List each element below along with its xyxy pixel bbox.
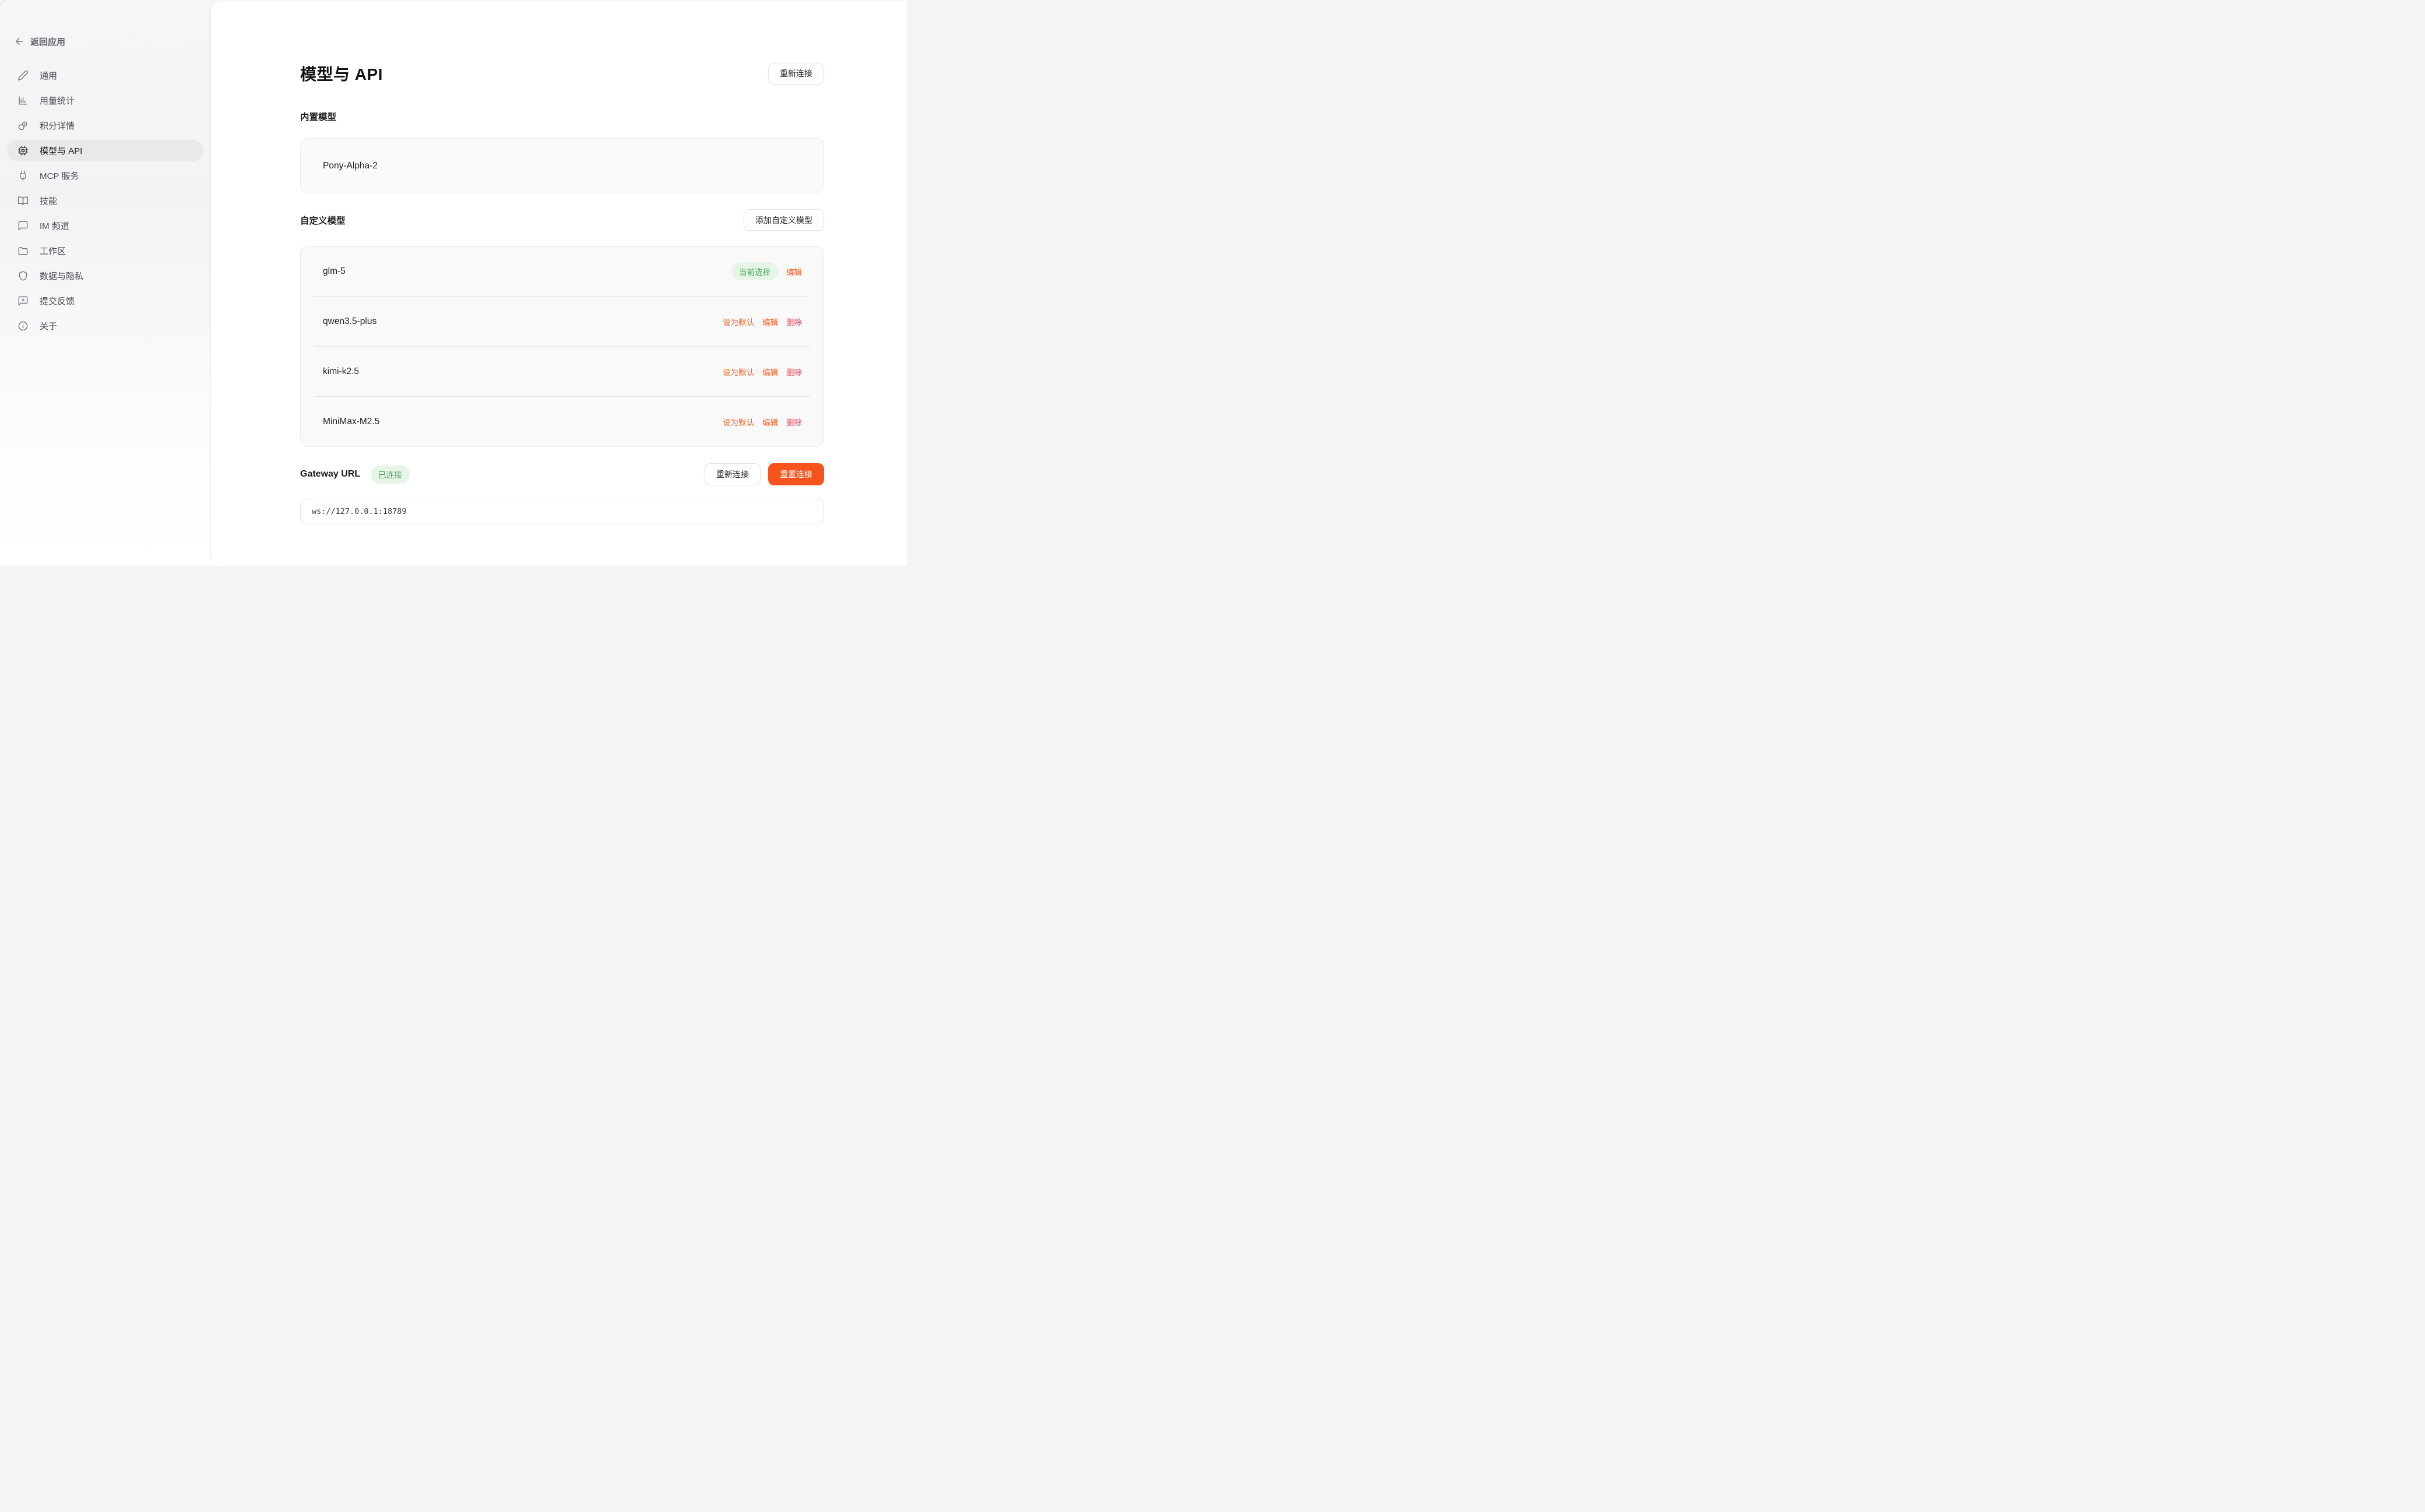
model-row: glm-5 当前选择 编辑 <box>301 246 823 296</box>
current-selection-badge: 当前选择 <box>731 262 778 280</box>
info-icon <box>17 320 29 332</box>
gateway-url-input[interactable] <box>300 499 824 524</box>
custom-model-name: glm-5 <box>323 266 346 277</box>
set-default-link[interactable]: 设为默认 <box>723 366 754 378</box>
sidebar-item-label: 数据与隐私 <box>40 270 83 282</box>
builtin-model-name: Pony-Alpha-2 <box>323 161 378 171</box>
sidebar-item-mcp[interactable]: MCP 服务 <box>7 165 203 186</box>
back-to-app-label: 返回应用 <box>30 36 65 48</box>
model-row: qwen3.5-plus 设为默认 编辑 删除 <box>301 297 823 346</box>
plug-icon <box>17 170 29 182</box>
add-custom-model-button[interactable]: 添加自定义模型 <box>744 209 824 231</box>
sidebar-item-skills[interactable]: 技能 <box>7 190 203 212</box>
shield-icon <box>17 270 29 282</box>
sidebar-item-about[interactable]: 关于 <box>7 315 203 337</box>
sidebar-item-models-api[interactable]: 模型与 API <box>7 140 203 161</box>
open-book-icon <box>17 195 29 207</box>
custom-model-list: glm-5 当前选择 编辑 qwen3.5-plus 设为默认 编辑 删除 <box>300 246 824 447</box>
sidebar-item-usage-stats[interactable]: 用量统计 <box>7 90 203 111</box>
sidebar-nav: 通用 用量统计 积分详情 模型与 API <box>7 65 203 337</box>
delete-link[interactable]: 删除 <box>786 316 802 327</box>
custom-model-name: MiniMax-M2.5 <box>323 417 379 427</box>
chat-bubble-icon <box>17 220 29 232</box>
delete-link[interactable]: 删除 <box>786 416 802 428</box>
sidebar: 返回应用 通用 用量统计 积分详情 <box>0 0 210 566</box>
cpu-chip-icon <box>17 145 29 157</box>
folder-icon <box>17 245 29 257</box>
custom-model-name: kimi-k2.5 <box>323 366 359 377</box>
page-title: 模型与 API <box>300 62 383 85</box>
reconnect-button-top[interactable]: 重新连接 <box>768 63 824 84</box>
edit-link[interactable]: 编辑 <box>762 316 778 327</box>
sidebar-item-general[interactable]: 通用 <box>7 65 203 86</box>
custom-model-name: qwen3.5-plus <box>323 316 376 327</box>
connected-status-badge: 已连接 <box>371 466 410 484</box>
sidebar-item-label: IM 频道 <box>40 220 69 232</box>
sidebar-item-label: 积分详情 <box>40 119 75 132</box>
sidebar-item-data-privacy[interactable]: 数据与隐私 <box>7 265 203 287</box>
main-panel: 模型与 API 重新连接 内置模型 Pony-Alpha-2 自定义模型 添加自… <box>210 1 907 564</box>
sidebar-item-credits[interactable]: 积分详情 <box>7 115 203 136</box>
edit-link[interactable]: 编辑 <box>762 366 778 378</box>
sidebar-item-label: 模型与 API <box>40 144 82 157</box>
custom-models-heading: 自定义模型 <box>300 214 346 227</box>
edit-link[interactable]: 编辑 <box>786 266 802 277</box>
sidebar-item-workspace[interactable]: 工作区 <box>7 240 203 262</box>
reconnect-button-gateway[interactable]: 重新连接 <box>705 463 761 485</box>
pencil-icon <box>17 70 29 82</box>
sidebar-item-feedback[interactable]: 提交反馈 <box>7 290 203 312</box>
reset-connection-button[interactable]: 重置连接 <box>768 463 824 485</box>
model-row: MiniMax-M2.5 设为默认 编辑 删除 <box>301 397 823 446</box>
sidebar-item-im-channels[interactable]: IM 频道 <box>7 215 203 237</box>
sidebar-item-label: 关于 <box>40 320 57 332</box>
set-default-link[interactable]: 设为默认 <box>723 416 754 428</box>
sidebar-item-label: 通用 <box>40 69 57 82</box>
back-to-app-button[interactable]: 返回应用 <box>7 35 203 48</box>
feedback-plus-icon <box>17 295 29 307</box>
edit-link[interactable]: 编辑 <box>762 416 778 428</box>
coins-icon <box>17 120 29 132</box>
gateway-url-label: Gateway URL <box>300 469 360 480</box>
bar-chart-icon <box>17 95 29 107</box>
builtin-model-card: Pony-Alpha-2 <box>300 138 824 193</box>
set-default-link[interactable]: 设为默认 <box>723 316 754 327</box>
settings-window: 返回应用 通用 用量统计 积分详情 <box>0 0 907 566</box>
delete-link[interactable]: 删除 <box>786 366 802 378</box>
builtin-models-heading: 内置模型 <box>300 110 824 123</box>
sidebar-item-label: 提交反馈 <box>40 295 75 307</box>
arrow-left-icon <box>14 36 24 47</box>
sidebar-item-label: 技能 <box>40 195 57 207</box>
sidebar-item-label: 用量统计 <box>40 94 75 107</box>
sidebar-item-label: MCP 服务 <box>40 170 79 182</box>
sidebar-item-label: 工作区 <box>40 245 66 257</box>
model-row: kimi-k2.5 设为默认 编辑 删除 <box>301 347 823 396</box>
